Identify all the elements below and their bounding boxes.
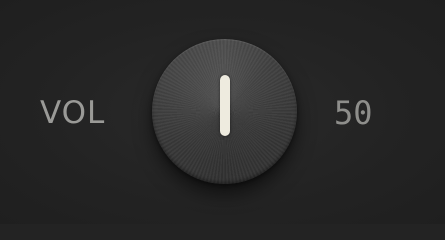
volume-panel: VOL 50: [0, 0, 445, 224]
volume-value: 50: [334, 94, 373, 132]
knob-pointer-icon: [220, 75, 230, 136]
volume-knob[interactable]: [152, 39, 297, 184]
volume-label: VOL: [40, 95, 106, 131]
